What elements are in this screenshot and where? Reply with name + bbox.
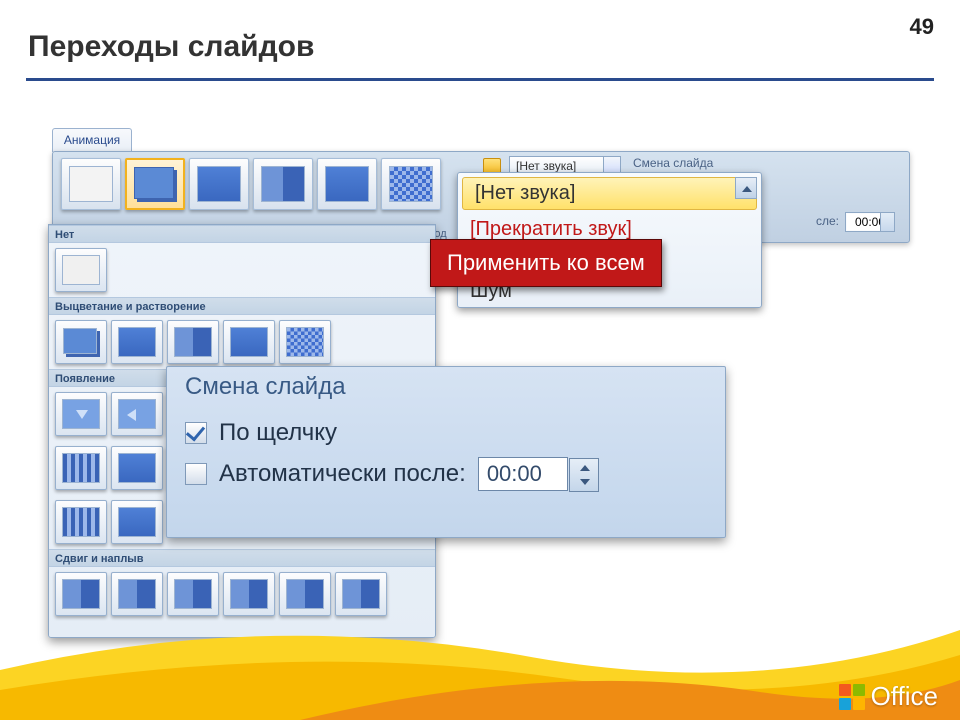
office-brand: Office [839,681,938,712]
gallery-thumb[interactable] [55,320,107,364]
transition-quick-thumbs [61,158,441,210]
after-time-field[interactable]: 00:00 [845,212,895,232]
advance-panel-header: Смена слайда [185,373,711,401]
spinner-icon[interactable] [569,458,599,492]
gallery-section-fade: Выцветание и растворение [49,297,435,315]
gallery-thumb[interactable] [279,320,331,364]
transition-thumb[interactable] [381,158,441,210]
gallery-thumb[interactable] [55,248,107,292]
gallery-thumb[interactable] [111,500,163,544]
gallery-thumb[interactable] [55,392,107,436]
gallery-thumb[interactable] [111,320,163,364]
on-click-label: По щелчку [219,419,337,447]
auto-after-checkbox[interactable] [185,463,207,485]
tab-animation[interactable]: Анимация [52,128,132,152]
page-number: 49 [910,14,934,40]
office-logo-icon [839,684,865,710]
gallery-thumb[interactable] [335,572,387,616]
auto-after-time-value: 00:00 [487,461,542,486]
scroll-up-button[interactable] [735,177,757,199]
gallery-thumb[interactable] [55,446,107,490]
gallery-thumb[interactable] [279,572,331,616]
gallery-thumb[interactable] [167,320,219,364]
powerpoint-ribbon-screenshot: Анимация Переход [Нет звука] Смена слайд… [52,132,910,637]
gallery-section-none: Нет [49,225,435,243]
transition-thumb[interactable] [317,158,377,210]
chevron-down-icon [608,164,616,169]
on-click-checkbox[interactable] [185,422,207,444]
gallery-thumb[interactable] [111,446,163,490]
apply-to-all-callout: Применить ко всем [430,239,662,287]
slide-title: Переходы слайдов [28,30,314,64]
gallery-thumb[interactable] [55,500,107,544]
gallery-thumb[interactable] [111,392,163,436]
auto-after-label: Автоматически после: [219,460,466,488]
spinner-icon[interactable] [880,213,894,231]
gallery-thumb[interactable] [55,572,107,616]
sound-dropdown-value: [Нет звука] [516,159,576,173]
transition-thumb[interactable] [253,158,313,210]
office-brand-text: Office [871,681,938,712]
gallery-thumb[interactable] [167,572,219,616]
group-label-advance: Смена слайда [633,156,713,170]
gallery-thumb[interactable] [223,572,275,616]
auto-after-time-field[interactable]: 00:00 [478,457,568,491]
gallery-thumb[interactable] [223,320,275,364]
header-rule [26,78,934,81]
after-label: сле: [816,214,839,228]
gallery-thumb[interactable] [111,572,163,616]
transition-thumb-none[interactable] [61,158,121,210]
advance-slide-panel: Смена слайда По щелчку Автоматически пос… [166,366,726,538]
sound-option[interactable]: [Нет звука] [462,177,757,210]
transition-thumb-selected[interactable] [125,158,185,210]
gallery-section-push: Сдвиг и наплыв [49,549,435,567]
transition-thumb[interactable] [189,158,249,210]
